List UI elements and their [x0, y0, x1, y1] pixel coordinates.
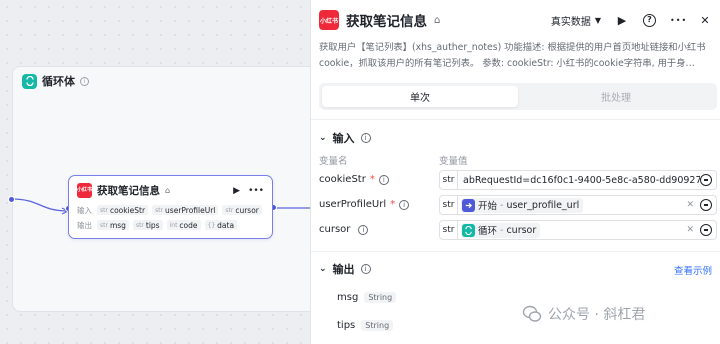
loop-title: 循环体 [42, 75, 75, 88]
column-header-value: 变量值 [439, 156, 468, 167]
loop-node-icon [462, 223, 475, 237]
variable-reference-pill[interactable]: 开始 - user_profile_url [461, 197, 584, 213]
output-row-msg: msg String [337, 292, 397, 303]
xiaohongshu-logo: 小红书 [77, 183, 92, 198]
variable-reference-pill[interactable]: 循环 - cursor [461, 222, 541, 238]
chevron-down-icon: ⌄ [319, 133, 327, 143]
type-tag: str [440, 196, 458, 214]
tab-batch[interactable]: 批处理 [518, 86, 714, 107]
get-notes-node[interactable]: 小红书 获取笔记信息 ⌂ ▶ ••• 输入 str cookieStr str us… [68, 175, 273, 239]
start-node-icon [462, 198, 475, 212]
node-output-row: 输出 str msg str tips int code {} data [69, 219, 272, 231]
workflow-canvas[interactable]: 循环体 i 小红书 获取笔记信息 ⌂ ▶ ••• 输入 str cookieStr… [0, 0, 322, 344]
output-row-tips: tips String [337, 320, 394, 331]
wechat-icon [522, 305, 542, 322]
cursor-input[interactable]: str 循环 - cursor ✕ [439, 220, 717, 240]
node-output-chip: str tips [132, 220, 163, 230]
userprofileurl-input[interactable]: str 开始 - user_profile_url ✕ [439, 195, 717, 215]
param-label-cookiestr: cookieStr * i [319, 174, 389, 185]
run-icon[interactable]: ▶ [615, 14, 629, 27]
more-icon[interactable]: ••• [248, 186, 264, 196]
info-icon[interactable]: i [378, 174, 389, 185]
chevron-down-icon: ⌄ [319, 264, 327, 274]
node-title: 获取笔记信息 [97, 185, 160, 197]
node-input-chip: str cursor [222, 205, 262, 215]
wechat-watermark: 公众号 · 斜杠君 [522, 304, 645, 324]
cookiestr-value[interactable]: abRequestId=dc16f0c1-9400-5e8c-a580-dd90… [458, 175, 700, 186]
panel-title: 获取笔记信息 [346, 14, 427, 30]
info-icon[interactable]: i [360, 264, 371, 274]
panel-header: 小红书 获取笔记信息 ⌂ 真实数据 ▼ ▶ ? ••• ✕ [319, 9, 712, 31]
data-mode-select[interactable]: 真实数据 ▼ [551, 13, 601, 28]
loop-icon [22, 73, 37, 89]
loop-header: 循环体 i [22, 73, 89, 89]
input-section-header[interactable]: ⌄ 输入 i [319, 130, 371, 146]
type-tag: str [440, 171, 458, 189]
node-output-chip: {} data [204, 220, 238, 230]
node-input-chip: str userProfileUrl [152, 205, 219, 215]
clear-icon[interactable]: ✕ [680, 200, 700, 210]
plugin-icon: ⌂ [165, 186, 171, 195]
caret-down-icon: ▼ [594, 15, 601, 25]
node-output-chip: int code [166, 220, 201, 230]
run-mode-tabs: 单次 批处理 [319, 83, 717, 110]
info-icon[interactable]: i [399, 199, 410, 210]
param-label-cursor: cursor i [319, 224, 369, 235]
type-chip: String [361, 320, 394, 331]
divider [311, 119, 720, 120]
reference-toggle-icon[interactable] [700, 224, 712, 236]
info-icon[interactable]: i [360, 133, 371, 143]
reference-toggle-icon[interactable] [700, 199, 712, 211]
type-chip: String [364, 292, 397, 303]
type-tag: str [440, 221, 458, 239]
node-output-chip: str msg [97, 220, 129, 230]
column-header-name: 变量名 [319, 156, 348, 167]
clear-icon[interactable]: ✕ [680, 225, 700, 235]
node-description: 获取用户【笔记列表】(xhs_auther_notes) 功能描述: 根据提供的… [319, 42, 706, 69]
node-detail-panel: 小红书 获取笔记信息 ⌂ 真实数据 ▼ ▶ ? ••• ✕ 获取用户【笔记列表】… [310, 0, 720, 344]
loop-output-port[interactable] [8, 196, 15, 203]
help-icon[interactable]: ? [643, 13, 656, 27]
view-example-link[interactable]: 查看示例 [674, 263, 712, 277]
reference-toggle-icon[interactable] [700, 174, 712, 186]
output-section-header[interactable]: ⌄ 输出 i [319, 261, 371, 277]
plugin-icon: ⌂ [434, 14, 441, 26]
node-input-chip: str cookieStr [97, 205, 149, 215]
divider [311, 251, 720, 252]
xiaohongshu-logo: 小红书 [319, 10, 339, 30]
node-input-row: 输入 str cookieStr str userProfileUrl str cur… [69, 204, 272, 216]
run-icon[interactable]: ▶ [233, 186, 240, 196]
info-icon[interactable]: i [80, 76, 89, 86]
param-label-userprofileurl: userProfileUrl * i [319, 199, 410, 210]
cookiestr-input[interactable]: str abRequestId=dc16f0c1-9400-5e8c-a580-… [439, 170, 717, 190]
info-icon[interactable]: i [358, 224, 369, 235]
tab-single[interactable]: 单次 [322, 86, 518, 107]
close-icon[interactable]: ✕ [698, 14, 712, 27]
more-icon[interactable]: ••• [670, 16, 686, 25]
